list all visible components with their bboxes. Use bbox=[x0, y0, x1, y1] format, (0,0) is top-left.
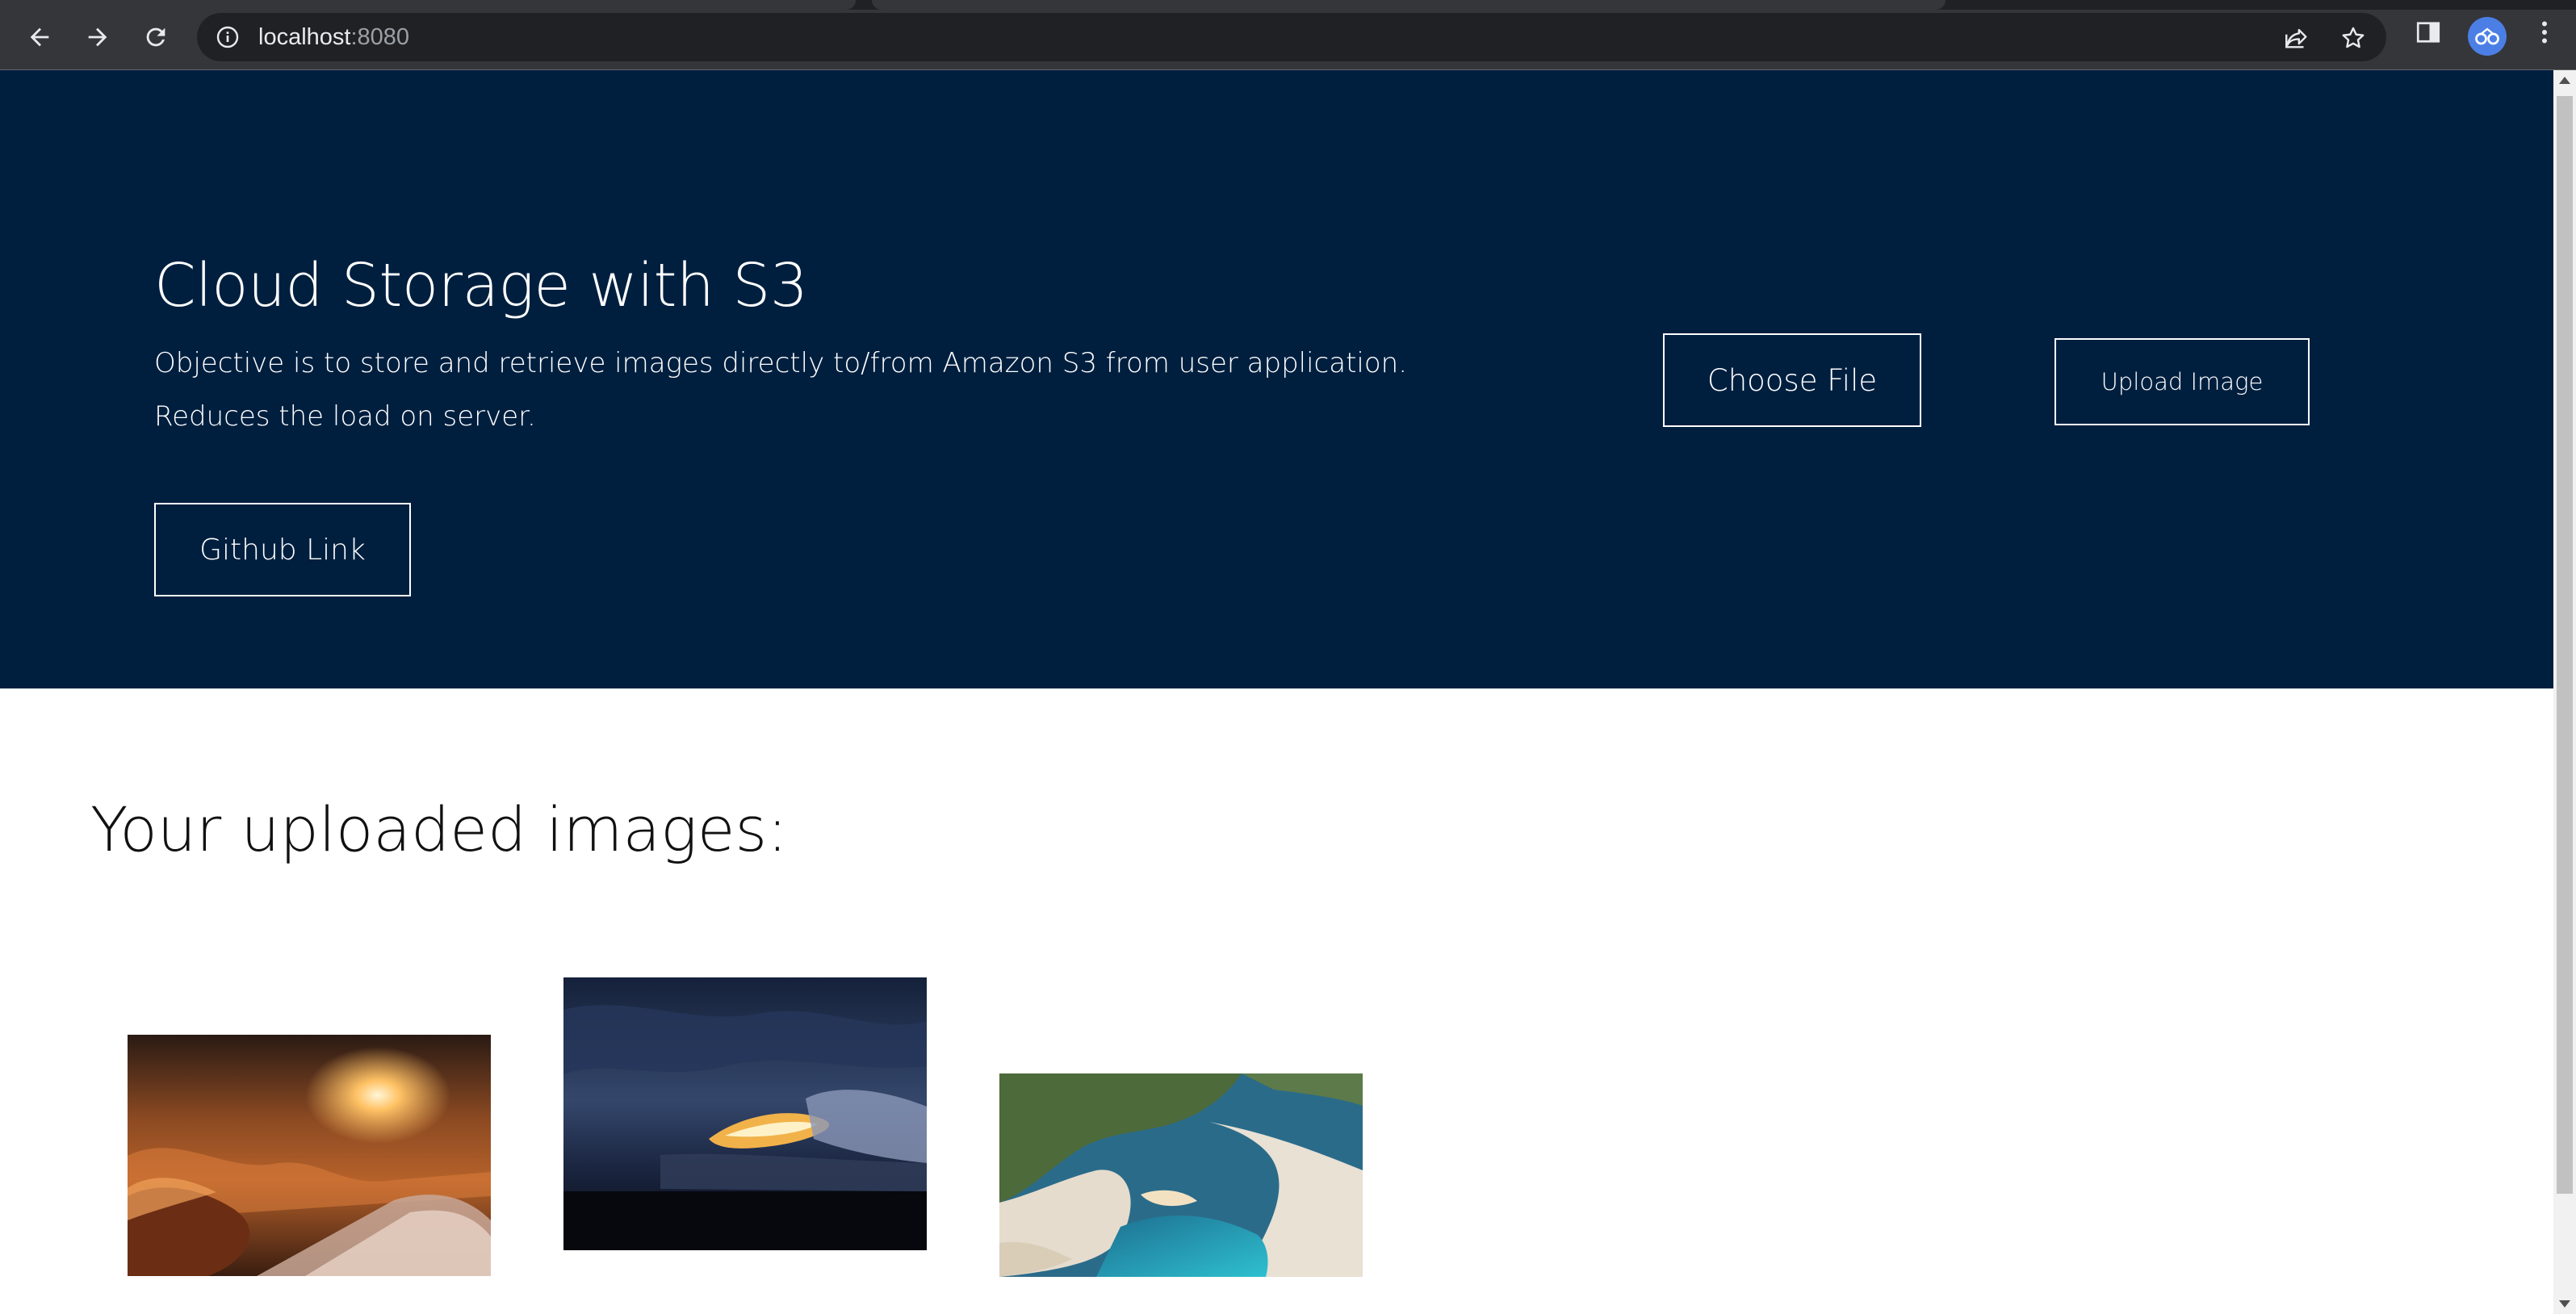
scroll-thumb[interactable] bbox=[2557, 96, 2573, 1194]
url-text[interactable]: localhost:8080 bbox=[258, 23, 409, 51]
url-host: localhost bbox=[258, 24, 351, 50]
uploaded-image-cove[interactable] bbox=[999, 1073, 1363, 1277]
side-panel-icon[interactable] bbox=[2414, 18, 2443, 47]
tab-edge bbox=[0, 0, 856, 10]
description-line: Reduces the load on server. bbox=[154, 400, 536, 433]
description-line: Objective is to store and retrieve image… bbox=[154, 347, 1408, 379]
avatar-image bbox=[2475, 27, 2499, 45]
profile-avatar[interactable] bbox=[2468, 17, 2507, 56]
more-menu-icon[interactable] bbox=[2530, 18, 2559, 47]
page-title: Cloud Storage with S3 bbox=[154, 251, 808, 320]
tab-edge bbox=[872, 0, 1946, 10]
back-arrow-icon bbox=[30, 27, 49, 47]
scroll-up-arrow-icon[interactable] bbox=[2559, 77, 2570, 84]
forward-arrow-icon bbox=[88, 27, 107, 47]
uploaded-image-dusk[interactable] bbox=[563, 977, 927, 1250]
hero-banner: Cloud Storage with S3 Objective is to st… bbox=[0, 70, 2553, 688]
upload-image-button[interactable]: Upload Image bbox=[2055, 338, 2310, 425]
tab-strip bbox=[0, 0, 2576, 10]
scroll-down-arrow-icon[interactable] bbox=[2559, 1300, 2570, 1308]
address-bar[interactable]: localhost:8080 bbox=[197, 13, 2386, 61]
page-viewport: Cloud Storage with S3 Objective is to st… bbox=[0, 70, 2553, 1314]
browser-toolbar: localhost:8080 bbox=[0, 0, 2576, 70]
github-link-button[interactable]: Github Link bbox=[154, 503, 411, 596]
forward-button[interactable] bbox=[76, 18, 119, 56]
choose-file-button[interactable]: Choose File bbox=[1663, 333, 1921, 427]
info-icon[interactable] bbox=[215, 24, 241, 50]
reload-button[interactable] bbox=[134, 18, 178, 56]
url-port: :8080 bbox=[350, 24, 410, 50]
back-button[interactable] bbox=[18, 18, 61, 56]
page-scrollbar[interactable] bbox=[2553, 70, 2576, 1314]
star-icon[interactable] bbox=[2339, 24, 2367, 52]
gallery-title: Your uploaded images: bbox=[90, 793, 788, 865]
uploaded-image-sunset[interactable] bbox=[128, 1035, 491, 1276]
reload-icon bbox=[146, 27, 165, 47]
hero-description: Objective is to store and retrieve image… bbox=[154, 337, 1527, 443]
share-icon[interactable] bbox=[2283, 24, 2310, 52]
